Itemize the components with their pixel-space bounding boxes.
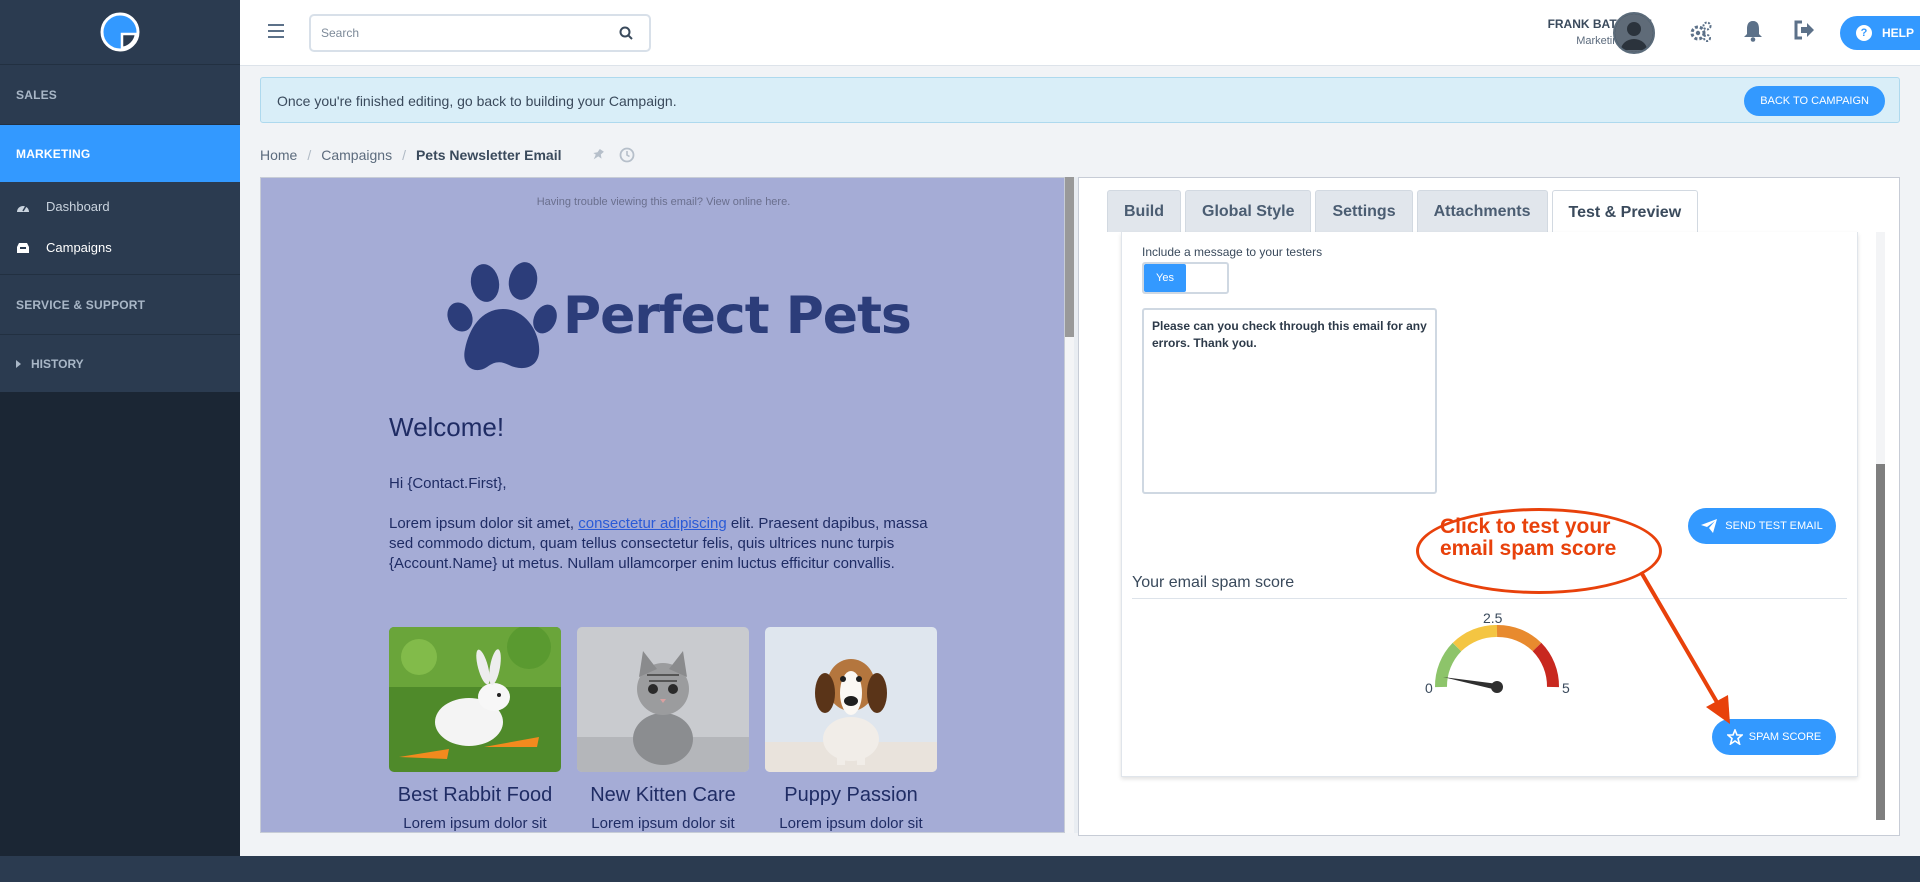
email-logo-text: Perfect Pets (563, 286, 912, 346)
include-message-toggle[interactable]: Yes (1142, 262, 1229, 294)
sidebar-section-service[interactable]: SERVICE & SUPPORT (0, 274, 240, 334)
sidebar-marketing-items: Dashboard Campaigns (0, 182, 240, 274)
breadcrumb-current: Pets Newsletter Email (415, 147, 562, 163)
history-clock-icon[interactable] (619, 147, 635, 163)
top-header: FRANK BATEMAN Marketing Guru ? HELP (240, 0, 1920, 66)
spam-score-label: SPAM SCORE (1748, 731, 1822, 743)
spam-score-title: Your email spam score (1132, 574, 1295, 591)
email-greeting: Hi {Contact.First}, (389, 475, 507, 492)
sidebar-section-sales[interactable]: SALES (0, 64, 240, 124)
send-test-email-button[interactable]: SEND TEST EMAIL (1688, 508, 1836, 544)
puppy-image (765, 627, 937, 772)
search-input[interactable] (311, 16, 601, 50)
gauge-min-label: 0 (1425, 680, 1433, 696)
tab-attachments[interactable]: Attachments (1416, 190, 1548, 232)
product-name: Best Rabbit Food (397, 784, 553, 806)
bell-icon[interactable] (1743, 20, 1763, 42)
company-logo[interactable] (0, 0, 240, 64)
include-message-label: Include a message to your testers (1142, 245, 1323, 259)
question-icon: ? (1856, 25, 1872, 41)
product-name: New Kitten Care (590, 784, 736, 806)
tester-message-field[interactable]: Please can you check through this email … (1142, 308, 1437, 494)
breadcrumb: Home / Campaigns / Pets Newsletter Email (260, 147, 635, 163)
info-banner: Once you're finished editing, go back to… (260, 77, 1900, 123)
toggle-yes[interactable]: Yes (1144, 264, 1186, 292)
tab-test-preview[interactable]: Test & Preview (1551, 190, 1699, 234)
dashboard-icon (16, 200, 30, 214)
tab-settings[interactable]: Settings (1315, 190, 1413, 232)
product-description: Lorem ipsum dolor sit (779, 815, 923, 832)
inbox-icon (16, 241, 30, 255)
help-button[interactable]: ? HELP (1840, 16, 1920, 50)
preview-scrollbar-thumb[interactable] (1065, 177, 1074, 337)
sidebar-item-label: Dashboard (46, 199, 110, 214)
product-card[interactable]: New Kitten Care Lorem ipsum dolor sit (577, 627, 749, 832)
hamburger-menu-icon[interactable] (268, 24, 284, 38)
breadcrumb-separator: / (402, 147, 406, 163)
sidebar-section-history[interactable]: HISTORY (0, 334, 240, 392)
star-check-icon (1726, 729, 1743, 745)
gauge-max-label: 5 (1562, 680, 1570, 696)
breadcrumb-separator: / (307, 147, 312, 163)
product-name: Puppy Passion (784, 784, 918, 806)
logo-icon (100, 12, 140, 52)
editor-panel: Build Global Style Settings Attachments … (1078, 177, 1900, 836)
email-body-prefix: Lorem ipsum dolor sit amet, (389, 515, 579, 532)
email-body-link[interactable]: consectetur adipiscing (578, 515, 726, 532)
product-card[interactable]: Best Rabbit Food Lorem ipsum dolor sit (389, 627, 561, 832)
email-preview: Having trouble viewing this email? View … (260, 177, 1065, 833)
spam-score-divider (1132, 598, 1847, 599)
gauge-needle (1443, 677, 1498, 690)
test-preview-card: Include a message to your testers Yes Pl… (1121, 232, 1858, 777)
product-description: Lorem ipsum dolor sit (403, 815, 547, 832)
tab-global-style[interactable]: Global Style (1185, 190, 1312, 232)
breadcrumb-campaigns[interactable]: Campaigns (321, 147, 392, 163)
sidebar-section-marketing[interactable]: MARKETING (0, 124, 240, 182)
sidebar-item-campaigns[interactable]: Campaigns (0, 227, 240, 268)
banner-message: Once you're finished editing, go back to… (277, 93, 677, 109)
email-body: Lorem ipsum dolor sit amet, consectetur … (389, 514, 954, 574)
view-online-link[interactable]: Having trouble viewing this email? View … (261, 196, 1064, 208)
sidebar-item-dashboard[interactable]: Dashboard (0, 186, 240, 227)
tab-build[interactable]: Build (1107, 190, 1181, 232)
history-label: HISTORY (31, 356, 84, 371)
breadcrumb-home[interactable]: Home (260, 147, 297, 163)
paw-icon (447, 262, 557, 371)
avatar[interactable] (1613, 12, 1655, 54)
editor-scrollbar-thumb[interactable] (1876, 464, 1885, 820)
annotation-text: Click to test your email spam score (1440, 515, 1617, 560)
back-to-campaign-button[interactable]: BACK TO CAMPAIGN (1744, 86, 1885, 116)
settings-gears-icon[interactable] (1689, 20, 1713, 44)
editor-tabs: Build Global Style Settings Attachments … (1107, 190, 1702, 234)
sidebar-item-label: Campaigns (46, 240, 112, 255)
kitten-image (577, 627, 749, 772)
search-icon[interactable] (619, 26, 633, 40)
logout-icon[interactable] (1793, 20, 1815, 40)
email-logo: Perfect Pets (445, 257, 912, 375)
gauge-mid-label: 2.5 (1483, 610, 1503, 626)
sidebar: SALES MARKETING Dashboard Campaigns SERV… (0, 0, 240, 856)
rabbit-image (389, 627, 561, 772)
preview-scrollbar[interactable] (1065, 177, 1074, 833)
spam-score-gauge: 0 2.5 5 (1425, 610, 1570, 696)
product-description: Lorem ipsum dolor sit (591, 815, 735, 832)
email-heading: Welcome! (389, 412, 505, 442)
search-box (309, 14, 651, 52)
pin-icon[interactable] (591, 148, 605, 162)
spam-score-button[interactable]: SPAM SCORE (1712, 719, 1836, 755)
editor-scrollbar[interactable] (1876, 232, 1885, 820)
product-card[interactable]: Puppy Passion Lorem ipsum dolor sit (765, 627, 937, 832)
send-test-email-label: SEND TEST EMAIL (1725, 520, 1823, 532)
bottom-bar (0, 856, 1920, 882)
paper-plane-icon (1701, 519, 1718, 533)
caret-right-icon (16, 359, 21, 368)
help-label: HELP (1882, 26, 1915, 40)
